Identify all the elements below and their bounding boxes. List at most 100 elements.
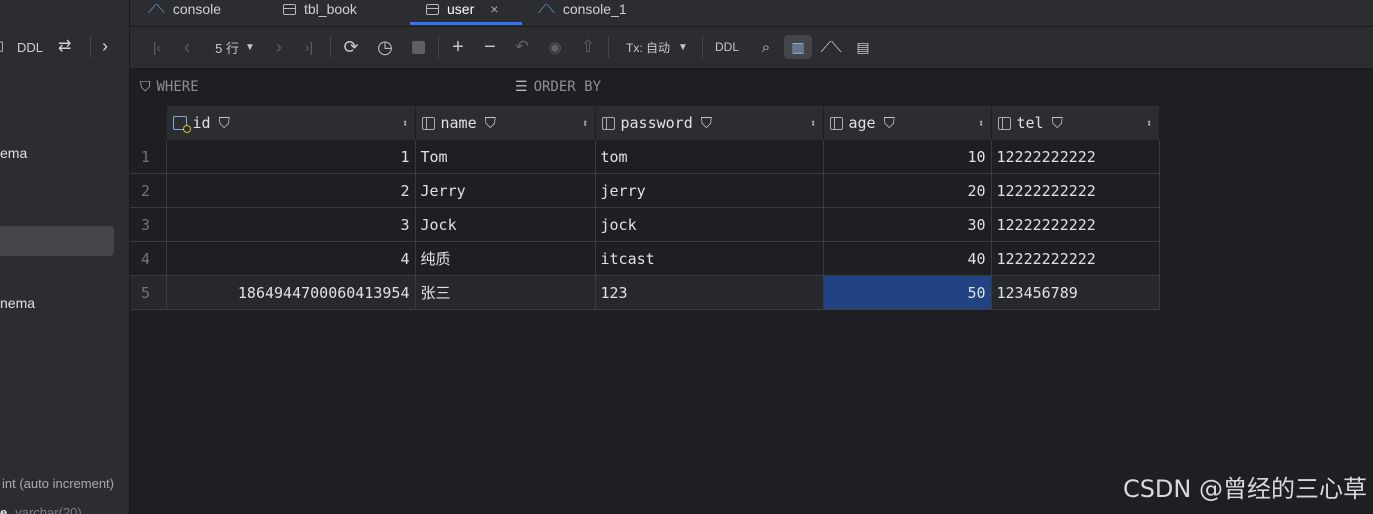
- row-number: 2: [130, 173, 167, 208]
- view-settings-icon[interactable]: ▤: [850, 35, 876, 59]
- cell-age-selected[interactable]: 50: [823, 275, 992, 310]
- cell-id[interactable]: 2: [166, 173, 416, 208]
- search-icon[interactable]: ⌕: [754, 35, 778, 59]
- cell-password[interactable]: 123: [595, 275, 824, 310]
- delete-row-icon[interactable]: −: [478, 35, 502, 59]
- tab-user[interactable]: user ×: [426, 0, 498, 24]
- data-editor-toolbar: |‹ ‹ 5 行 ▼ › ›| ⟳ ◷ + − ↶ ◉ ⇧ Tx: 自动 ▼ D…: [130, 27, 1373, 69]
- next-page-icon[interactable]: ›: [268, 35, 290, 59]
- table-row[interactable]: 2 2 Jerry jerry 20 12222222222: [130, 173, 1160, 208]
- column-header-tel[interactable]: tel ⛉ ⬍: [991, 106, 1160, 140]
- cell-name[interactable]: Tom: [415, 140, 596, 174]
- table-icon: [426, 3, 439, 15]
- transaction-mode-dropdown[interactable]: Tx: 自动 ▼: [620, 35, 694, 59]
- column-header-age[interactable]: age ⛉ ⬍: [823, 106, 992, 140]
- column-name: name: [440, 114, 477, 132]
- cell-name[interactable]: Jock: [415, 207, 596, 242]
- cell-name[interactable]: 纯质: [415, 241, 596, 276]
- cell-age[interactable]: 40: [823, 241, 992, 276]
- console-icon: ⟋⟍: [148, 1, 165, 16]
- column-name: age: [848, 114, 876, 132]
- sort-icon[interactable]: ⬍: [582, 117, 589, 130]
- column-header-name[interactable]: name ⛉ ⬍: [415, 106, 596, 140]
- table-row[interactable]: 3 3 Jock jock 30 12222222222: [130, 207, 1160, 242]
- filter-panel-toggle-icon[interactable]: ▥: [784, 35, 812, 59]
- table-row[interactable]: 4 4 纯质 itcast 40 12222222222: [130, 241, 1160, 276]
- cell-id[interactable]: 1864944700060413954: [166, 275, 416, 310]
- close-icon[interactable]: ×: [490, 1, 498, 17]
- toolbar-divider: [608, 36, 609, 58]
- ddl-button[interactable]: DDL: [710, 35, 744, 59]
- cell-tel[interactable]: 12222222222: [991, 241, 1160, 276]
- add-row-icon[interactable]: +: [446, 35, 470, 59]
- cell-tel[interactable]: 12222222222: [991, 173, 1160, 208]
- tab-tbl-book[interactable]: tbl_book: [283, 0, 357, 24]
- cell-age[interactable]: 10: [823, 140, 992, 174]
- cell-tel[interactable]: 12222222222: [991, 140, 1160, 174]
- cell-tel[interactable]: 12222222222: [991, 207, 1160, 242]
- chevron-right-icon[interactable]: ›: [102, 36, 108, 57]
- cell-tel[interactable]: 123456789: [991, 275, 1160, 310]
- first-page-icon[interactable]: |‹: [146, 35, 168, 59]
- order-by-placeholder: ORDER BY: [533, 79, 601, 95]
- cell-name[interactable]: 张三: [415, 275, 596, 310]
- partial-icon: ▯: [0, 38, 4, 54]
- cell-id[interactable]: 3: [166, 207, 416, 242]
- row-number: 1: [130, 140, 167, 174]
- cell-password[interactable]: jock: [595, 207, 824, 242]
- cell-password[interactable]: jerry: [595, 173, 824, 208]
- transaction-mode-label: Tx: 自动: [626, 40, 671, 55]
- stop-icon[interactable]: [406, 35, 430, 59]
- column-header-password[interactable]: password ⛉ ⬍: [595, 106, 824, 140]
- column-filter-icon[interactable]: ⛉: [219, 114, 230, 132]
- schema-node-1[interactable]: ema: [0, 145, 27, 161]
- sort-icon[interactable]: ⬍: [810, 117, 817, 130]
- where-placeholder: WHERE: [156, 79, 199, 95]
- chevron-down-icon: ▼: [244, 41, 255, 53]
- toolbar-divider: [90, 36, 91, 58]
- column-icon: [829, 116, 843, 130]
- tab-console[interactable]: ⟋⟍ console: [148, 0, 221, 24]
- selected-tree-node[interactable]: [0, 226, 114, 256]
- order-by-input[interactable]: ☰ ORDER BY: [515, 79, 601, 95]
- column-icon: [421, 116, 435, 130]
- column-node-partial[interactable]: e varchar(20): [0, 505, 82, 514]
- cell-age[interactable]: 20: [823, 173, 992, 208]
- cell-id[interactable]: 1: [166, 140, 416, 174]
- refresh-icon[interactable]: ⟳: [338, 35, 364, 59]
- table-row[interactable]: 1 1 Tom tom 10 12222222222: [130, 140, 1160, 174]
- column-header-id[interactable]: id ⛉ ⬍: [166, 106, 416, 140]
- table-row[interactable]: 5 1864944700060413954 张三 123 50 12345678…: [130, 275, 1160, 310]
- last-page-icon[interactable]: ›|: [298, 35, 320, 59]
- preview-changes-icon[interactable]: ◉: [542, 35, 568, 59]
- cell-password[interactable]: itcast: [595, 241, 824, 276]
- previous-page-icon[interactable]: ‹: [176, 35, 198, 59]
- revert-icon[interactable]: ↶: [510, 35, 534, 59]
- column-filter-icon[interactable]: ⛉: [485, 114, 496, 132]
- editor-tab-bar: ⟋⟍ console tbl_book user × ⟋⟍ console_1: [130, 0, 1373, 27]
- tab-console-1[interactable]: ⟋⟍ console_1: [538, 0, 627, 24]
- collapse-arrows-icon[interactable]: ⇄: [58, 36, 71, 56]
- history-clock-icon[interactable]: ◷: [372, 35, 398, 59]
- sort-icon[interactable]: ⬍: [1146, 117, 1153, 130]
- column-filter-icon[interactable]: ⛉: [701, 114, 712, 132]
- cell-id[interactable]: 4: [166, 241, 416, 276]
- where-filter-input[interactable]: ⛉ WHERE: [140, 79, 199, 95]
- column-filter-icon[interactable]: ⛉: [1052, 114, 1063, 132]
- column-icon: [601, 116, 615, 130]
- cell-age[interactable]: 30: [823, 207, 992, 242]
- submit-icon[interactable]: ⇧: [576, 35, 600, 59]
- chart-icon[interactable]: ⟋⟍: [818, 35, 844, 59]
- watermark: CSDN @曾经的三心草: [1122, 475, 1367, 503]
- page-size-dropdown[interactable]: 5 行 ▼: [210, 35, 260, 59]
- sort-icon[interactable]: ⬍: [978, 117, 985, 130]
- database-explorer-panel: ▯ DDL ⇄ › ema nema int (auto increment) …: [0, 0, 130, 514]
- cell-password[interactable]: tom: [595, 140, 824, 174]
- column-filter-icon[interactable]: ⛉: [884, 114, 895, 132]
- cell-name[interactable]: Jerry: [415, 173, 596, 208]
- ddl-button[interactable]: DDL: [17, 40, 43, 55]
- tab-label: console_1: [562, 1, 627, 17]
- sort-icon[interactable]: ⬍: [402, 117, 409, 130]
- schema-node-2[interactable]: nema: [0, 295, 35, 311]
- toolbar-divider: [330, 36, 331, 58]
